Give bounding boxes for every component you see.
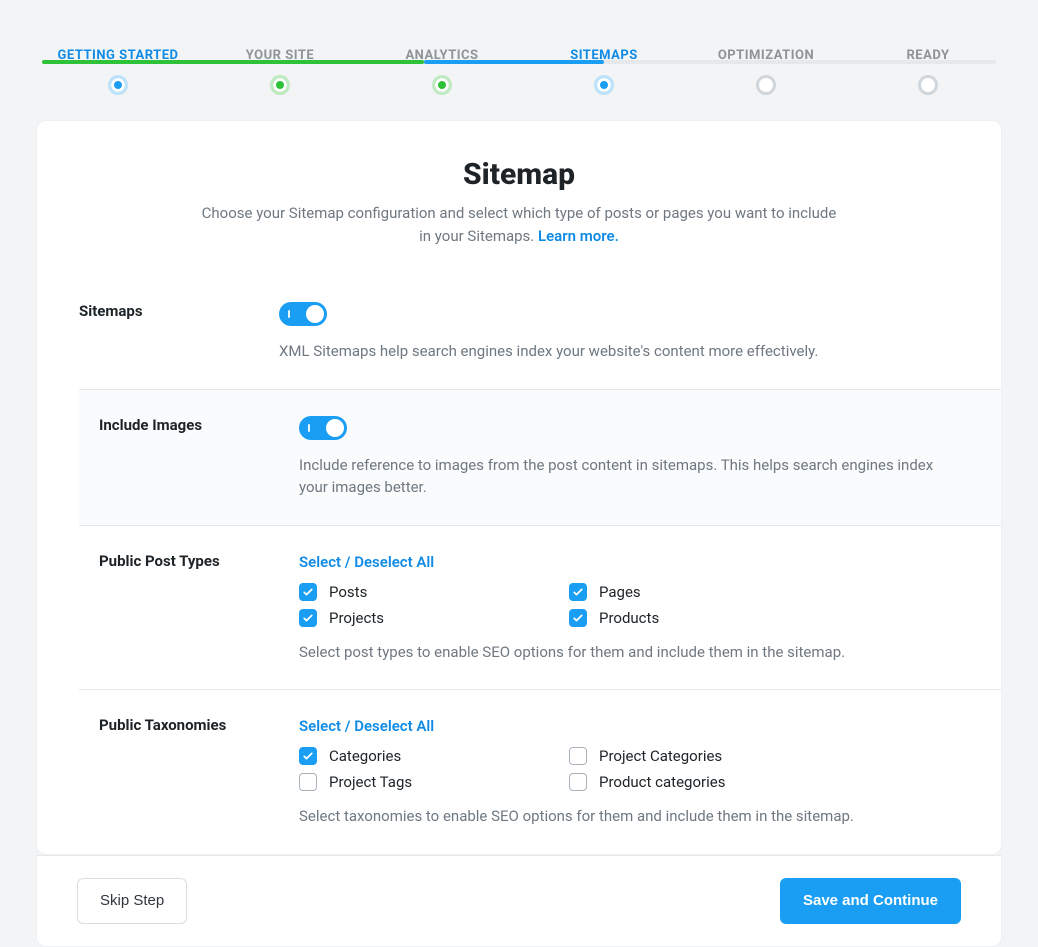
check-label: Pages <box>599 583 641 601</box>
check-product-categories[interactable]: Product categories <box>569 773 819 791</box>
checkbox-icon <box>299 773 317 791</box>
row-post-types: Public Post Types Select / Deselect All … <box>79 525 1001 690</box>
checkbox-icon <box>299 747 317 765</box>
step-label: SITEMAPS <box>570 48 638 63</box>
row-label: Public Taxonomies <box>99 716 299 828</box>
check-label: Projects <box>329 609 384 627</box>
row-help: Include reference to images from the pos… <box>299 454 961 499</box>
step-label: ANALYTICS <box>405 48 478 63</box>
sitemaps-toggle[interactable] <box>279 302 327 326</box>
page-subtitle: Choose your Sitemap configuration and se… <box>199 202 839 247</box>
save-continue-button[interactable]: Save and Continue <box>780 878 961 924</box>
row-sitemaps: Sitemaps XML Sitemaps help search engine… <box>79 275 1001 389</box>
row-label: Sitemaps <box>79 302 279 363</box>
checkbox-icon <box>299 609 317 627</box>
checkbox-icon <box>569 609 587 627</box>
check-label: Product categories <box>599 773 725 791</box>
row-label: Include Images <box>99 416 299 499</box>
check-label: Posts <box>329 583 367 601</box>
select-all-taxonomies[interactable]: Select / Deselect All <box>299 717 434 735</box>
check-pages[interactable]: Pages <box>569 583 819 601</box>
wizard-stepper: GETTING STARTED YOUR SITE ANALYTICS SITE… <box>0 0 1038 80</box>
step-dot <box>756 75 776 95</box>
step-label: YOUR SITE <box>246 48 314 63</box>
images-toggle[interactable] <box>299 416 347 440</box>
checkbox-icon <box>569 747 587 765</box>
check-project-tags[interactable]: Project Tags <box>299 773 549 791</box>
check-products[interactable]: Products <box>569 609 819 627</box>
check-label: Categories <box>329 747 401 765</box>
page-title: Sitemap <box>37 157 1001 192</box>
row-help: Select post types to enable SEO options … <box>299 641 961 664</box>
step-label: GETTING STARTED <box>58 48 179 63</box>
row-include-images: Include Images Include reference to imag… <box>79 389 1001 525</box>
check-label: Project Tags <box>329 773 412 791</box>
wizard-card: Sitemap Choose your Sitemap configuratio… <box>36 120 1002 855</box>
check-projects[interactable]: Projects <box>299 609 549 627</box>
checkbox-icon <box>569 773 587 791</box>
skip-step-button[interactable]: Skip Step <box>77 878 187 924</box>
step-label: OPTIMIZATION <box>718 48 814 63</box>
check-label: Products <box>599 609 659 627</box>
step-dot <box>432 75 452 95</box>
check-project-categories[interactable]: Project Categories <box>569 747 819 765</box>
step-dot <box>918 75 938 95</box>
checkbox-icon <box>569 583 587 601</box>
check-categories[interactable]: Categories <box>299 747 549 765</box>
post-types-list: Posts Pages Projects Products <box>299 583 819 627</box>
select-all-post-types[interactable]: Select / Deselect All <box>299 553 434 571</box>
row-label: Public Post Types <box>99 552 299 664</box>
row-help: XML Sitemaps help search engines index y… <box>279 340 961 363</box>
step-dot <box>594 75 614 95</box>
learn-more-link[interactable]: Learn more. <box>538 227 619 245</box>
row-help: Select taxonomies to enable SEO options … <box>299 805 961 828</box>
row-taxonomies: Public Taxonomies Select / Deselect All … <box>79 689 1001 854</box>
step-dot <box>108 75 128 95</box>
taxonomies-list: Categories Project Categories Project Ta… <box>299 747 819 791</box>
step-label: READY <box>906 48 949 63</box>
check-label: Project Categories <box>599 747 722 765</box>
step-ready[interactable]: READY <box>828 48 1028 95</box>
check-posts[interactable]: Posts <box>299 583 549 601</box>
step-dot <box>270 75 290 95</box>
checkbox-icon <box>299 583 317 601</box>
wizard-footer: Skip Step Save and Continue <box>36 855 1002 947</box>
